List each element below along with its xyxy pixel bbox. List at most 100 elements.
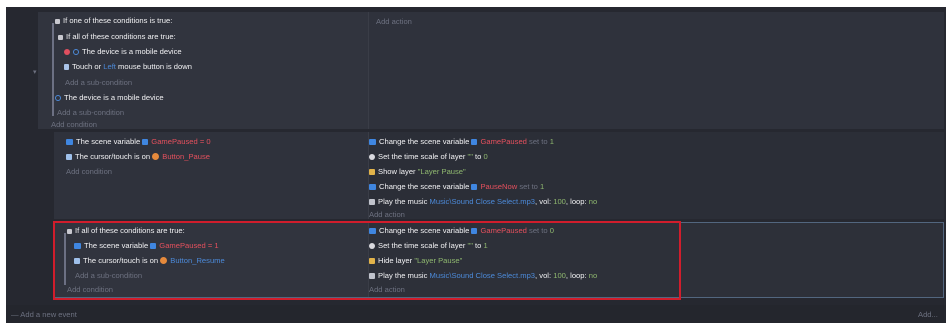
object-name[interactable]: Button_Pause [162,152,210,161]
action-text: Change the scene variable [379,182,470,191]
layer-value[interactable]: "Layer Pause" [414,256,462,265]
event-2-actions: Change the scene variable GamePaused set… [368,132,944,219]
action-value[interactable]: 1 [484,241,488,250]
condition-row[interactable]: The cursor/touch is on Button_Resume [74,255,225,266]
cursor-icon [66,153,72,160]
add-sub-condition-link[interactable]: Add a sub-condition [75,270,142,281]
add-condition-link[interactable]: Add condition [66,166,112,177]
condition-row[interactable]: The scene variable GamePaused = 1 [74,240,219,251]
variable-icon [150,242,157,249]
condition-value[interactable]: = 1 [208,241,219,250]
volume-value[interactable]: 100 [553,271,566,280]
condition-row[interactable]: The cursor/touch is on Button_Pause [66,151,210,162]
add-action-link[interactable]: Add action [376,16,412,27]
action-text: vol: [539,197,552,206]
collapse-arrow-icon[interactable]: ▾ [33,67,37,78]
action-text: set to [529,226,548,235]
show-layer-icon [369,168,375,175]
loop-value[interactable]: no [589,271,597,280]
action-row[interactable]: Set the time scale of layer "" to 1 [369,240,488,251]
action-text: Set the time scale of layer [378,241,466,250]
variable-icon [471,227,478,234]
layer-value[interactable]: "Layer Pause" [418,167,466,176]
scene-variable-icon [369,183,376,190]
action-row[interactable]: Change the scene variable GamePaused set… [369,225,554,236]
action-row[interactable]: Change the scene variable GamePaused set… [369,136,554,147]
music-file[interactable]: Music\Sound Close Select.mp3 [430,197,536,206]
condition-row[interactable]: The scene variable GamePaused = 0 [66,136,211,147]
condition-text: mouse button is down [118,62,192,71]
variable-name[interactable]: GamePaused [159,241,205,250]
action-text: Change the scene variable [379,226,470,235]
condition-value[interactable]: = 0 [200,137,211,146]
action-text: Play the music [378,197,428,206]
add-sub-condition-link[interactable]: Add a sub-condition [65,77,132,88]
dash-icon: — [11,310,19,319]
action-text: set to [519,182,538,191]
time-scale-icon [369,153,375,160]
add-condition-link[interactable]: Add condition [67,284,113,295]
or-group-header[interactable]: If one of these conditions is true: [55,15,172,26]
variable-icon [142,138,149,145]
condition-text: The scene variable [76,137,141,146]
condition-row[interactable]: Touch or Left mouse button is down [64,61,192,72]
group-icon [67,228,72,234]
layer-value[interactable]: "" [468,152,473,161]
event-3-actions: Change the scene variable GamePaused set… [368,223,943,297]
action-row[interactable]: Play the music Music\Sound Close Select.… [369,196,597,207]
scene-variable-icon [369,227,376,234]
action-text: vol: [539,271,552,280]
variable-name[interactable]: PauseNow [480,182,517,191]
group-icon [55,18,60,24]
event-3-conditions: If all of these conditions are true: The… [55,223,368,297]
layer-value[interactable]: "" [468,241,473,250]
object-name[interactable]: Button_Resume [170,256,224,265]
action-text: Show layer [378,167,416,176]
action-row[interactable]: Change the scene variable PauseNow set t… [369,181,544,192]
mobile-device-icon [55,94,61,101]
condition-text: The device is a mobile device [64,93,164,102]
and-group-header[interactable]: If all of these conditions are true: [58,31,176,42]
event-3[interactable]: If all of these conditions are true: The… [54,222,944,298]
warning-icon [64,48,70,55]
variable-name[interactable]: GamePaused [480,137,526,146]
action-text: loop: [570,271,587,280]
and-group-header[interactable]: If all of these conditions are true: [67,225,185,236]
add-condition-link[interactable]: Add condition [51,119,97,130]
music-file[interactable]: Music\Sound Close Select.mp3 [430,271,536,280]
touch-icon [64,63,69,70]
event-1-actions: Add action [368,12,944,129]
mobile-device-icon [73,48,79,55]
action-value[interactable]: 1 [540,182,544,191]
volume-value[interactable]: 100 [553,197,566,206]
add-action-link[interactable]: Add action [369,284,405,295]
add-menu-button[interactable]: Add... [918,309,938,320]
action-text: Hide layer [378,256,413,265]
action-row[interactable]: Show layer "Layer Pause" [369,166,466,177]
variable-name[interactable]: GamePaused [151,137,197,146]
action-row[interactable]: Hide layer "Layer Pause" [369,255,462,266]
and-group-label: If all of these conditions are true: [75,226,185,235]
action-row[interactable]: Set the time scale of layer "" to 0 [369,151,488,162]
event-2[interactable]: The scene variable GamePaused = 0 The cu… [54,132,944,219]
event-1-conditions: If one of these conditions is true: If a… [38,12,368,129]
add-sub-condition-link[interactable]: Add a sub-condition [57,107,124,118]
action-value[interactable]: 1 [550,137,554,146]
action-row[interactable]: Play the music Music\Sound Close Select.… [369,270,597,281]
add-new-event-link[interactable]: — Add a new event [11,309,77,320]
add-action-link[interactable]: Add action [369,209,405,220]
loop-value[interactable]: no [589,197,597,206]
hide-layer-icon [369,257,375,264]
time-scale-icon [369,242,375,249]
mouse-button-value[interactable]: Left [103,62,116,71]
object-icon [160,257,168,264]
condition-row[interactable]: The device is a mobile device [64,46,182,57]
action-value[interactable]: 0 [550,226,554,235]
condition-text: The scene variable [84,241,149,250]
action-value[interactable]: 0 [484,152,488,161]
event-1[interactable]: If one of these conditions is true: If a… [38,12,944,129]
condition-text: Touch or [72,62,102,71]
condition-row[interactable]: The device is a mobile device [55,92,164,103]
variable-name[interactable]: GamePaused [480,226,526,235]
scene-variable-icon [74,242,81,249]
